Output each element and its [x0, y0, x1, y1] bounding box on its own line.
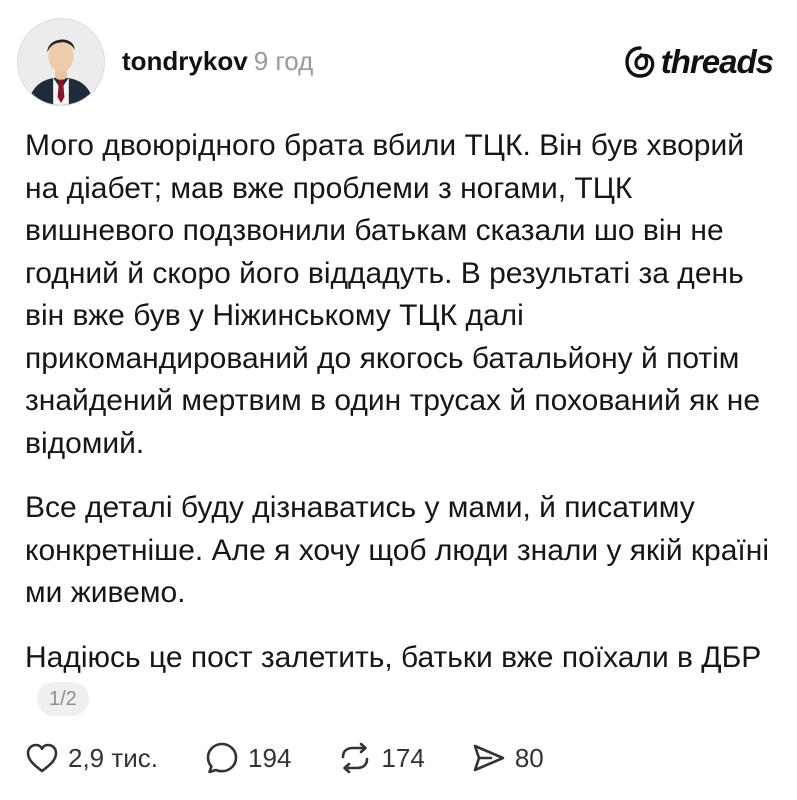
page-indicator-badge: 1/2 [37, 682, 89, 716]
comment-bubble-icon [206, 742, 238, 774]
avatar[interactable] [17, 18, 105, 106]
like-count: 2,9 тис. [68, 743, 159, 773]
share-button[interactable]: 80 [471, 740, 544, 776]
send-icon [473, 744, 505, 772]
post-paragraph: Все деталі буду дізнаватись у мами, й пи… [25, 491, 769, 609]
threads-post: tondrykov 9 год threads Мого двоюрідного … [0, 0, 797, 800]
threads-brand: threads [623, 42, 774, 82]
reply-count: 194 [248, 743, 292, 773]
brand-wordmark: threads [660, 43, 774, 80]
repost-arrows-icon [342, 742, 369, 774]
repost-button[interactable]: 174 [337, 740, 425, 776]
repost-count: 174 [381, 743, 425, 773]
post-header: tondrykov 9 год [122, 44, 313, 78]
post-body: Мого двоюрідного брата вбили ТЦК. Він бу… [25, 125, 785, 744]
action-bar: 2,9 тис. 194 174 80 [24, 736, 590, 780]
heart-icon [26, 743, 58, 773]
avatar-image [18, 19, 104, 105]
like-button[interactable]: 2,9 тис. [24, 740, 158, 776]
reply-button[interactable]: 194 [204, 740, 291, 776]
post-paragraph-text: Надіюсь це пост залетить, батьки вже пої… [25, 640, 762, 674]
post-paragraph: Мого двоюрідного брата вбили ТЦК. Він бу… [25, 129, 761, 460]
timestamp: 9 год [253, 46, 314, 76]
threads-logo-icon [625, 46, 655, 78]
username[interactable]: tondrykov [122, 46, 248, 76]
post-paragraph-last: Надіюсь це пост залетить, батьки вже пої… [25, 637, 785, 722]
share-count: 80 [514, 743, 544, 773]
